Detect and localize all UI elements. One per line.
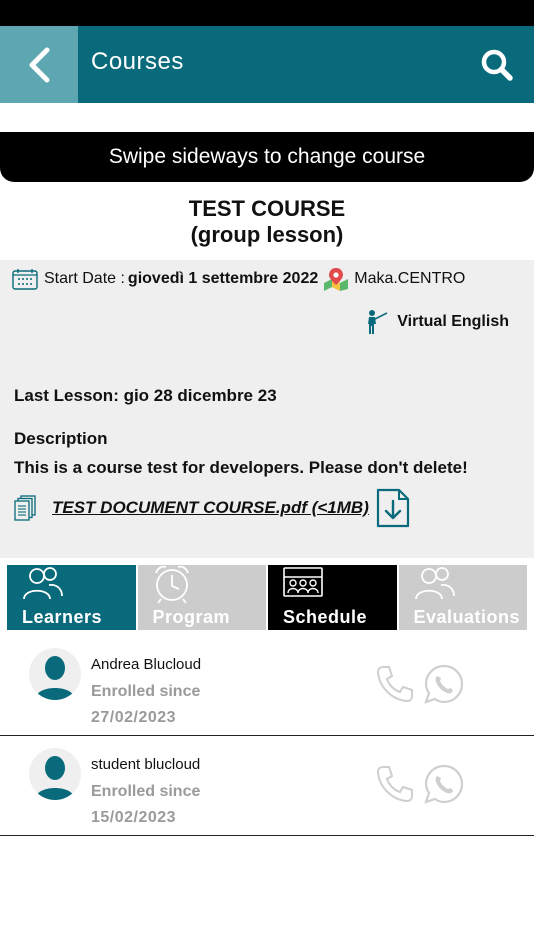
enrolled-label: Enrolled since	[91, 783, 201, 800]
status-bar	[0, 0, 534, 26]
course-title: TEST COURSE (group lesson)	[0, 196, 534, 248]
phone-icon[interactable]	[375, 764, 415, 804]
tab-label: Learners	[22, 607, 103, 627]
document-row: TEST DOCUMENT COURSE.pdf (<1MB)	[14, 488, 411, 528]
location-name: Maka.CENTRO	[354, 270, 466, 287]
teacher-icon	[368, 310, 388, 334]
classroom-icon	[283, 567, 323, 597]
learner-name: Andrea Blucloud	[91, 656, 202, 673]
person-icon	[35, 756, 75, 800]
course-tabs: Learners Program Schedule Evaluations	[7, 565, 527, 630]
course-info-panel: Start Date : giovedì 1 settembre 2022 Ma…	[0, 260, 534, 558]
users-icon	[23, 567, 63, 600]
whatsapp-icon[interactable]	[424, 764, 464, 804]
alarm-clock-icon	[154, 565, 189, 604]
list-item[interactable]: Andrea Blucloud Enrolled since 27/02/202…	[0, 636, 534, 736]
teacher: Virtual English	[365, 309, 509, 335]
tab-label: Program	[152, 607, 231, 627]
enrolled-date: 27/02/2023	[91, 709, 177, 726]
enrolled-date: 15/02/2023	[91, 809, 177, 826]
swipe-hint-banner: Swipe sideways to change course	[0, 132, 534, 182]
avatar	[29, 748, 81, 800]
search-icon	[481, 49, 513, 81]
whatsapp-icon[interactable]	[424, 664, 464, 704]
app-bar: Courses	[0, 26, 534, 103]
chevron-left-icon	[29, 47, 50, 82]
search-button[interactable]	[480, 48, 514, 82]
calendar-icon	[12, 269, 38, 290]
learners-list: Andrea Blucloud Enrolled since 27/02/202…	[0, 636, 534, 836]
location: Maka.CENTRO	[322, 267, 465, 291]
document-link[interactable]: TEST DOCUMENT COURSE.pdf (<1MB)	[52, 498, 369, 518]
list-item[interactable]: student blucloud Enrolled since 15/02/20…	[0, 736, 534, 836]
phone-icon[interactable]	[375, 664, 415, 704]
teacher-name: Virtual English	[397, 313, 509, 330]
map-pin-icon	[324, 268, 349, 291]
start-date-row: Start Date : giovedì 1 settembre 2022 Ma…	[12, 267, 465, 291]
course-type: (group lesson)	[190, 222, 344, 247]
tab-schedule[interactable]: Schedule	[268, 565, 397, 630]
users-icon	[414, 567, 455, 600]
start-date-label: Start Date :	[44, 270, 125, 287]
learner-name: student blucloud	[91, 756, 201, 773]
enrolled-label: Enrolled since	[91, 683, 201, 700]
description-text: This is a course test for developers. Pl…	[14, 458, 468, 477]
tab-evaluations[interactable]: Evaluations	[398, 565, 527, 630]
course-name: TEST COURSE	[188, 196, 346, 221]
last-lesson: Last Lesson: gio 28 dicembre 23	[14, 386, 277, 405]
avatar	[29, 648, 81, 700]
download-icon[interactable]	[375, 488, 411, 528]
tab-label: Evaluations	[413, 607, 521, 627]
person-icon	[35, 656, 75, 700]
tab-label: Schedule	[283, 607, 368, 627]
tab-program[interactable]: Program	[137, 565, 266, 630]
description-label: Description	[14, 429, 108, 448]
page-title: Courses	[91, 48, 184, 75]
start-date-value: giovedì 1 settembre 2022	[127, 270, 319, 287]
documents-icon	[14, 495, 36, 521]
back-button[interactable]	[0, 26, 78, 103]
tab-learners[interactable]: Learners	[7, 565, 136, 630]
